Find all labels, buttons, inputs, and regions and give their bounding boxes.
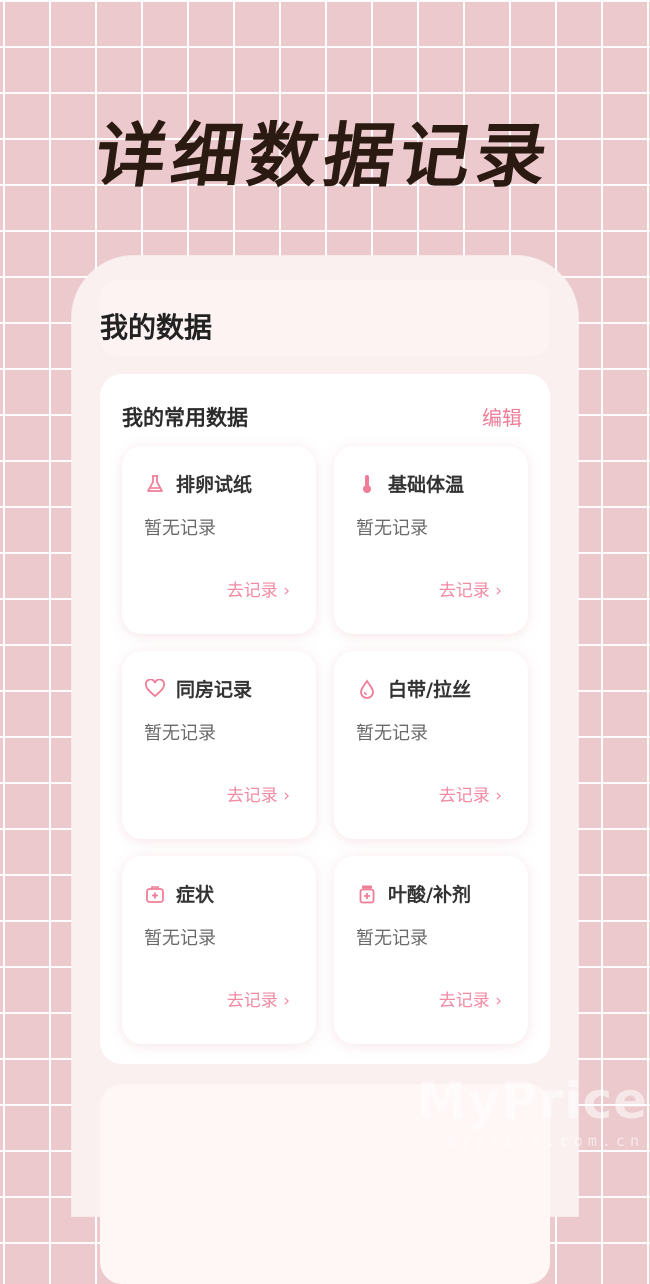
go-record-link[interactable]: 去记录 › bbox=[227, 576, 290, 601]
go-record-link[interactable]: 去记录 › bbox=[439, 986, 502, 1011]
tile-symptoms[interactable]: 症状 暂无记录 去记录 › bbox=[122, 856, 316, 1044]
go-record-link[interactable]: 去记录 › bbox=[439, 576, 502, 601]
tile-name: 症状 bbox=[176, 884, 215, 906]
tile-status: 暂无记录 bbox=[144, 518, 216, 539]
page-title: 我的数据 bbox=[100, 311, 213, 344]
tile-name: 基础体温 bbox=[388, 474, 465, 496]
watermark-brand: MyPrice bbox=[416, 1072, 648, 1130]
droplet-icon bbox=[356, 678, 378, 700]
thermometer-icon bbox=[356, 473, 378, 495]
tile-name: 排卵试纸 bbox=[176, 474, 253, 496]
pill-bottle-icon bbox=[356, 883, 378, 905]
tile-discharge[interactable]: 白带/拉丝 暂无记录 去记录 › bbox=[334, 651, 528, 839]
go-record-link[interactable]: 去记录 › bbox=[227, 986, 290, 1011]
promo-headline: 详细数据记录 bbox=[90, 115, 558, 197]
medical-kit-icon bbox=[144, 883, 166, 905]
flask-icon bbox=[144, 473, 166, 495]
tile-name: 同房记录 bbox=[176, 679, 253, 701]
tile-status: 暂无记录 bbox=[144, 928, 216, 949]
tile-ovulation-test[interactable]: 排卵试纸 暂无记录 去记录 › bbox=[122, 446, 316, 634]
tile-status: 暂无记录 bbox=[144, 723, 216, 744]
tile-status: 暂无记录 bbox=[356, 723, 428, 744]
watermark-url: myprice.com.cn bbox=[447, 1132, 644, 1150]
go-record-link[interactable]: 去记录 › bbox=[439, 781, 502, 806]
tile-status: 暂无记录 bbox=[356, 928, 428, 949]
tile-name: 叶酸/补剂 bbox=[388, 884, 471, 906]
section-title: 我的常用数据 bbox=[122, 406, 248, 430]
go-record-link[interactable]: 去记录 › bbox=[227, 781, 290, 806]
tile-folic-acid[interactable]: 叶酸/补剂 暂无记录 去记录 › bbox=[334, 856, 528, 1044]
tile-intercourse-record[interactable]: 同房记录 暂无记录 去记录 › bbox=[122, 651, 316, 839]
tile-name: 白带/拉丝 bbox=[388, 679, 471, 701]
tile-basal-temperature[interactable]: 基础体温 暂无记录 去记录 › bbox=[334, 446, 528, 634]
tile-status: 暂无记录 bbox=[356, 518, 428, 539]
heart-icon bbox=[144, 678, 166, 700]
common-data-card: 我的常用数据 编辑 排卵试纸 暂无记录 去记录 › 基础体温 暂无记录 去记录 … bbox=[100, 374, 550, 1064]
edit-button[interactable]: 编辑 bbox=[482, 402, 522, 431]
